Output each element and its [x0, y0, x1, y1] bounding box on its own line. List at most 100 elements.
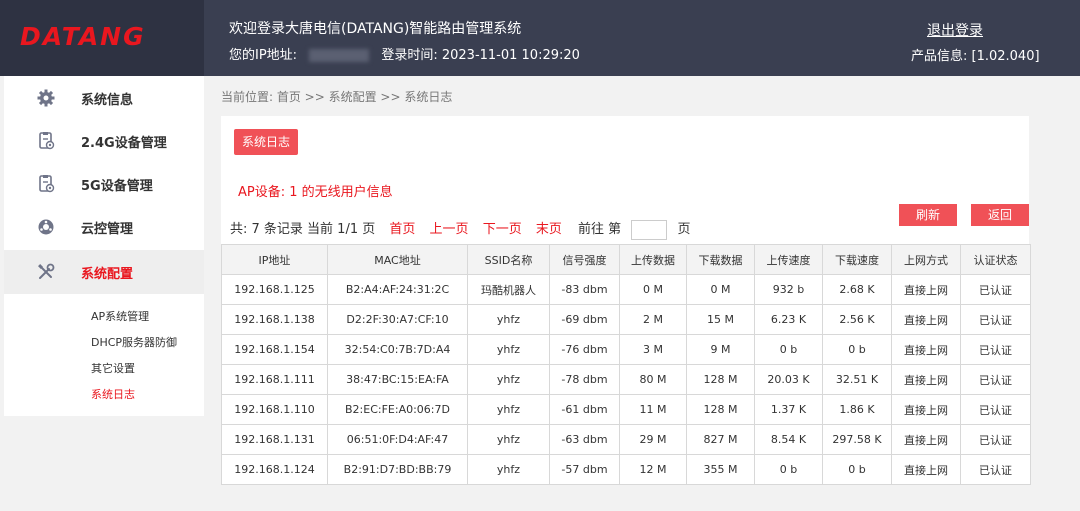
table-cell: 355 M — [686, 454, 755, 485]
sidebar: 系统信息 2.4G设备管理 5G设备管理 云控管理 系统配置 AP系统管理 DH… — [4, 76, 204, 416]
table-cell: 直接上网 — [891, 394, 961, 425]
table-row: 192.168.1.111 38:47:BC:15:EA:FA yhfz -78 db… — [221, 364, 1031, 395]
table-cell: 直接上网 — [891, 424, 961, 455]
table-cell: -83 dbm — [549, 274, 620, 305]
tab-system-log[interactable]: 系统日志 — [234, 129, 298, 155]
tools-icon — [38, 263, 55, 279]
sidebar-item-system-config[interactable]: 系统配置 — [4, 250, 204, 294]
column-header: 认证状态 — [960, 244, 1031, 275]
table-cell: 80 M — [619, 364, 687, 395]
table-cell: 11 M — [619, 394, 687, 425]
table-cell: 已认证 — [960, 364, 1031, 395]
table-cell: 直接上网 — [891, 304, 961, 335]
table-cell: 20.03 K — [754, 364, 823, 395]
logout-link[interactable]: 退出登录 — [927, 20, 983, 40]
sub-item-dhcp-defense[interactable]: DHCP服务器防御 — [91, 334, 177, 350]
table-cell: 827 M — [686, 424, 755, 455]
table-cell: 12 M — [619, 454, 687, 485]
column-header: IP地址 — [221, 244, 328, 275]
sidebar-item-label: 系统配置 — [81, 267, 134, 282]
table-cell: 直接上网 — [891, 454, 961, 485]
column-header: 上传速度 — [754, 244, 823, 275]
sub-item-ap-system[interactable]: AP系统管理 — [91, 308, 149, 324]
table-cell: yhfz — [467, 304, 550, 335]
table-cell: 2 M — [619, 304, 687, 335]
table-row: 192.168.1.124 B2:91:D7:BD:BB:79 yhfz -57 db… — [221, 454, 1031, 485]
table-cell: yhfz — [467, 424, 550, 455]
table-cell: 192.168.1.110 — [221, 394, 328, 425]
table-cell: B2:A4:AF:24:31:2C — [327, 274, 468, 305]
last-page-link[interactable]: 末页 — [536, 222, 562, 237]
table-cell: 0 M — [619, 274, 687, 305]
sub-item-other-settings[interactable]: 其它设置 — [91, 360, 135, 376]
table-cell: -76 dbm — [549, 334, 620, 365]
table-row: 192.168.1.131 06:51:0F:D4:AF:47 yhfz -63 db… — [221, 424, 1031, 455]
table-cell: 0 M — [686, 274, 755, 305]
sidebar-item-2g-device[interactable]: 2.4G设备管理 — [4, 119, 204, 162]
table-cell: -61 dbm — [549, 394, 620, 425]
product-version: 产品信息: [1.02.040] — [911, 49, 1040, 64]
table-cell: 0 b — [754, 454, 823, 485]
table-cell: -63 dbm — [549, 424, 620, 455]
table-row: 192.168.1.110 B2:EC:FE:A0:06:7D yhfz -61 db… — [221, 394, 1031, 425]
table-cell: 192.168.1.154 — [221, 334, 328, 365]
sidebar-item-cloud-control[interactable]: 云控管理 — [4, 205, 204, 248]
wireless-users-table: IP地址 MAC地址 SSID名称 信号强度 上传数据 下载数据 上传速度 下载… — [221, 244, 1031, 485]
refresh-button[interactable]: 刷新 — [899, 204, 957, 226]
sidebar-item-label: 5G设备管理 — [81, 179, 153, 194]
table-cell: 06:51:0F:D4:AF:47 — [327, 424, 468, 455]
column-header: 信号强度 — [549, 244, 620, 275]
table-cell: 192.168.1.131 — [221, 424, 328, 455]
table-cell: B2:EC:FE:A0:06:7D — [327, 394, 468, 425]
table-cell: 192.168.1.125 — [221, 274, 328, 305]
table-cell: 9 M — [686, 334, 755, 365]
table-cell: 32.51 K — [822, 364, 892, 395]
cloud-icon — [38, 219, 54, 235]
table-cell: 直接上网 — [891, 334, 961, 365]
table-header-row: IP地址 MAC地址 SSID名称 信号强度 上传数据 下载数据 上传速度 下载… — [221, 244, 1031, 275]
sub-item-system-log[interactable]: 系统日志 — [91, 386, 135, 402]
table-cell: 3 M — [619, 334, 687, 365]
table-cell: 1.37 K — [754, 394, 823, 425]
login-time: 登录时间: 2023-11-01 10:29:20 — [381, 48, 580, 63]
table-cell: 29 M — [619, 424, 687, 455]
table-cell: 0 b — [822, 334, 892, 365]
table-cell: 2.68 K — [822, 274, 892, 305]
ip-info-line: 您的IP地址: 登录时间: 2023-11-01 10:29:20 — [229, 44, 580, 63]
goto-suffix: 页 — [677, 222, 691, 237]
table-cell: 玛酷机器人 — [467, 274, 550, 305]
prev-page-link[interactable]: 上一页 — [430, 222, 469, 237]
table-cell: 直接上网 — [891, 364, 961, 395]
table-cell: 已认证 — [960, 274, 1031, 305]
table-cell: 15 M — [686, 304, 755, 335]
table-cell: 已认证 — [960, 334, 1031, 365]
column-header: 下载速度 — [822, 244, 892, 275]
device-icon — [39, 175, 55, 193]
page-number-input[interactable] — [631, 219, 668, 240]
sidebar-item-5g-device[interactable]: 5G设备管理 — [4, 162, 204, 205]
top-header: DATANG 欢迎登录大唐电信(DATANG)智能路由管理系统 您的IP地址: … — [0, 0, 1080, 76]
table-cell: 8.54 K — [754, 424, 823, 455]
table-row: 192.168.1.125 B2:A4:AF:24:31:2C 玛酷机器人 -83 d… — [221, 274, 1031, 305]
table-cell: 1.86 K — [822, 394, 892, 425]
ip-address-redacted — [309, 49, 370, 62]
table-cell: 已认证 — [960, 304, 1031, 335]
pagination: 共: 7 条记录 当前 1/1 页 首页 上一页 下一页 末页 前往 第 页 — [230, 218, 690, 240]
datang-logo: DATANG — [20, 22, 146, 51]
table-cell: 直接上网 — [891, 274, 961, 305]
sidebar-item-label: 系统信息 — [81, 93, 134, 108]
table-cell: 0 b — [822, 454, 892, 485]
sidebar-item-label: 2.4G设备管理 — [81, 136, 167, 151]
column-header: 上传数据 — [619, 244, 687, 275]
sidebar-item-system-info[interactable]: 系统信息 — [4, 76, 204, 119]
table-cell: B2:91:D7:BD:BB:79 — [327, 454, 468, 485]
column-header: 上网方式 — [891, 244, 961, 275]
first-page-link[interactable]: 首页 — [389, 222, 415, 237]
column-header: SSID名称 — [467, 244, 550, 275]
table-cell: 297.58 K — [822, 424, 892, 455]
next-page-link[interactable]: 下一页 — [483, 222, 522, 237]
back-button[interactable]: 返回 — [971, 204, 1029, 226]
table-cell: yhfz — [467, 334, 550, 365]
table-row: 192.168.1.154 32:54:C0:7B:7D:A4 yhfz -76 db… — [221, 334, 1031, 365]
table-cell: 192.168.1.124 — [221, 454, 328, 485]
